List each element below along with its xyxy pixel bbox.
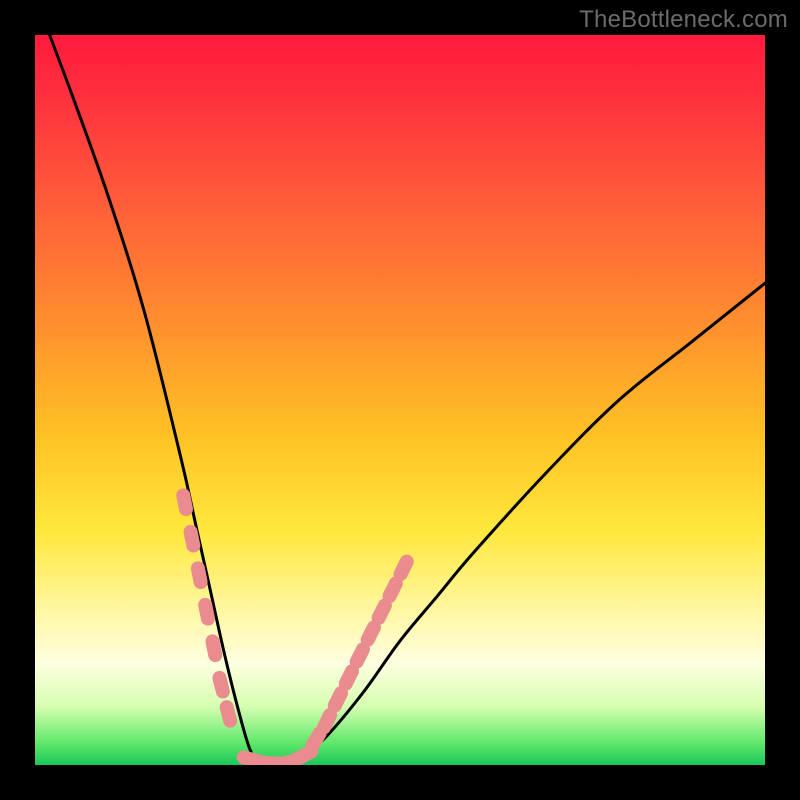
chart-frame: TheBottleneck.com <box>0 0 800 800</box>
curve-svg <box>35 35 765 765</box>
bottleneck-curve-path <box>50 35 765 765</box>
curve-markers <box>175 487 416 765</box>
plot-area <box>35 35 765 765</box>
watermark-text: TheBottleneck.com <box>579 6 788 34</box>
curve-marker <box>175 487 194 517</box>
curve-marker <box>182 524 201 554</box>
